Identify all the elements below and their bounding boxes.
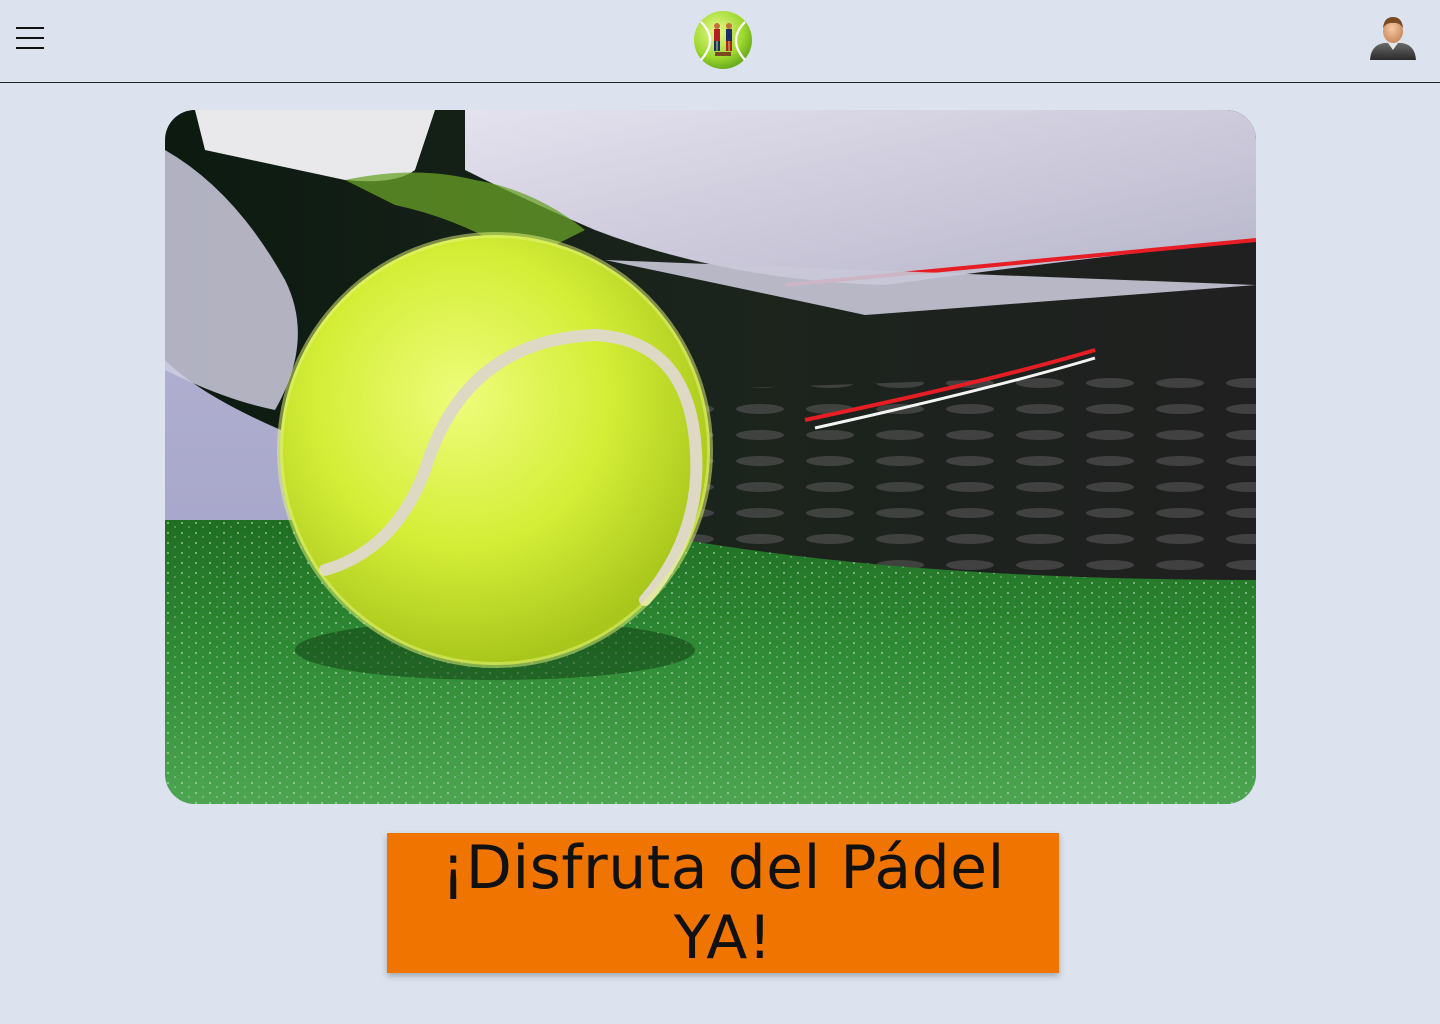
hamburger-menu-icon[interactable]	[14, 24, 46, 54]
cta-label: ¡Disfruta del Pádel YA!	[441, 833, 1005, 973]
user-avatar-icon[interactable]	[1366, 12, 1420, 66]
padel-racket-and-ball-photo	[165, 110, 1256, 804]
enjoy-padel-cta-button[interactable]: ¡Disfruta del Pádel YA!	[387, 833, 1059, 973]
top-navbar	[0, 0, 1440, 83]
tennis-ball-logo[interactable]	[693, 10, 753, 70]
